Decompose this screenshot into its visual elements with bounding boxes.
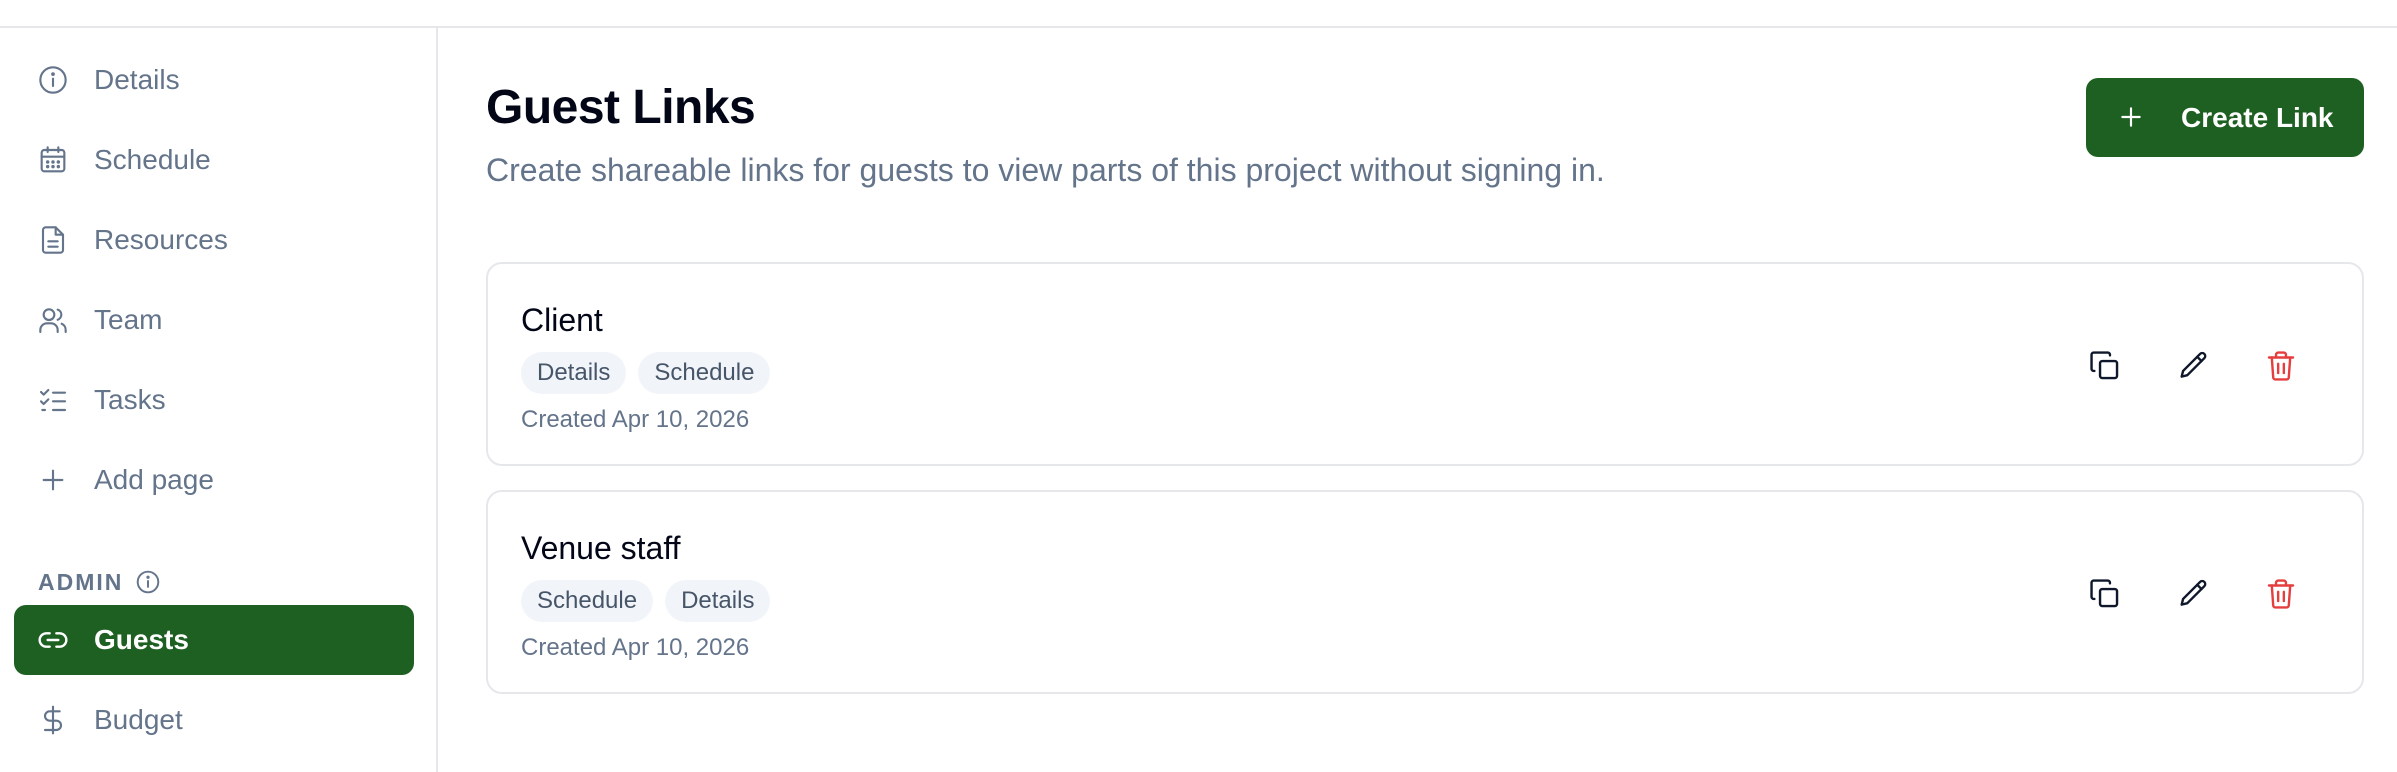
sidebar: Details Schedule Resources Team Tasks Ad… bbox=[0, 28, 438, 772]
sidebar-item-guests[interactable]: Guests bbox=[14, 605, 414, 675]
sidebar-item-label: Guests bbox=[94, 624, 189, 655]
sidebar-item-add-page[interactable]: Add page bbox=[14, 445, 414, 515]
sidebar-item-team[interactable]: Team bbox=[14, 285, 414, 355]
top-bar bbox=[0, 0, 2397, 28]
info-circle-icon bbox=[37, 64, 69, 96]
pencil-icon bbox=[2176, 577, 2210, 611]
copy-icon bbox=[2088, 577, 2122, 611]
guest-link-created-date: Created Apr 10, 2026 bbox=[521, 634, 750, 661]
guest-link-created-date: Created Apr 10, 2026 bbox=[521, 406, 750, 433]
edit-link-button[interactable] bbox=[2173, 574, 2213, 614]
page-tag: Schedule bbox=[521, 580, 654, 622]
guest-link-card: Client Details Schedule Created Apr 10, … bbox=[486, 262, 2364, 466]
trash-icon bbox=[2264, 577, 2298, 611]
page-tag: Schedule bbox=[638, 352, 771, 394]
page-tag: Details bbox=[521, 352, 627, 394]
copy-link-button[interactable] bbox=[2085, 574, 2125, 614]
dollar-icon bbox=[37, 704, 69, 736]
copy-link-button[interactable] bbox=[2085, 346, 2125, 386]
edit-link-button[interactable] bbox=[2173, 346, 2213, 386]
admin-info-icon[interactable] bbox=[135, 569, 161, 595]
admin-section-label: ADMIN bbox=[38, 567, 161, 597]
sidebar-item-details[interactable]: Details bbox=[14, 45, 414, 115]
guest-link-card: Venue staff Schedule Details Created Apr… bbox=[486, 490, 2364, 694]
sidebar-item-label: Team bbox=[94, 304, 163, 335]
create-link-button[interactable]: Create Link bbox=[2086, 78, 2364, 157]
plus-icon bbox=[2118, 104, 2144, 130]
page-tag: Details bbox=[665, 580, 771, 622]
sidebar-item-label: Budget bbox=[94, 704, 183, 735]
guest-link-name: Client bbox=[521, 302, 603, 338]
trash-icon bbox=[2264, 349, 2298, 383]
delete-link-button[interactable] bbox=[2261, 574, 2301, 614]
sidebar-item-resources[interactable]: Resources bbox=[14, 205, 414, 275]
guest-link-name: Venue staff bbox=[521, 530, 681, 566]
sidebar-item-label: Tasks bbox=[94, 384, 166, 415]
page-title: Guest Links bbox=[486, 81, 756, 134]
sidebar-item-budget[interactable]: Budget bbox=[14, 685, 414, 755]
sidebar-item-schedule[interactable]: Schedule bbox=[14, 125, 414, 195]
admin-label-text: ADMIN bbox=[38, 568, 124, 595]
sidebar-item-label: Resources bbox=[94, 224, 228, 255]
sidebar-item-label: Details bbox=[94, 64, 180, 95]
users-icon bbox=[37, 304, 69, 336]
task-list-icon bbox=[37, 384, 69, 416]
pencil-icon bbox=[2176, 349, 2210, 383]
guest-link-tags: Schedule Details bbox=[521, 580, 771, 622]
page-subtitle: Create shareable links for guests to vie… bbox=[486, 152, 1605, 188]
delete-link-button[interactable] bbox=[2261, 346, 2301, 386]
link-icon bbox=[37, 624, 69, 656]
copy-icon bbox=[2088, 349, 2122, 383]
sidebar-item-label: Schedule bbox=[94, 144, 211, 175]
main-content: Guest Links Create shareable links for g… bbox=[438, 28, 2397, 772]
sidebar-item-label: Add page bbox=[94, 464, 214, 495]
guest-link-tags: Details Schedule bbox=[521, 352, 771, 394]
sidebar-item-tasks[interactable]: Tasks bbox=[14, 365, 414, 435]
create-link-button-label: Create Link bbox=[2181, 101, 2334, 133]
plus-icon bbox=[37, 464, 69, 496]
calendar-icon bbox=[37, 144, 69, 176]
document-icon bbox=[37, 224, 69, 256]
